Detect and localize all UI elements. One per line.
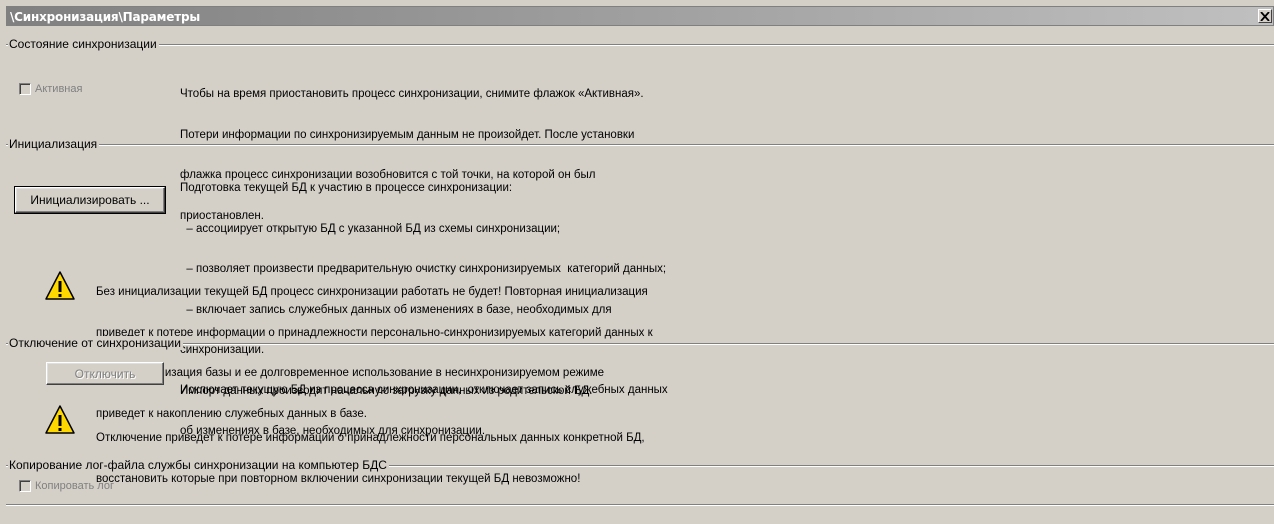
close-button[interactable]	[1258, 9, 1272, 23]
window-title: \Синхронизация\Параметры	[10, 10, 200, 24]
copy-log-checkbox-box[interactable]	[19, 480, 31, 492]
text-line: Без инициализации текущей БД процесс син…	[96, 286, 648, 298]
init-legend: Инициализация	[8, 137, 100, 151]
disconnect-button[interactable]: Отключить	[46, 362, 164, 385]
settings-panel: Состояние синхронизации Активная Чтобы н…	[6, 27, 1274, 524]
warning-icon	[45, 405, 75, 434]
disconnect-legend: Отключение от синхронизации	[8, 336, 183, 350]
text-line: Чтобы на время приостановить процесс син…	[180, 88, 644, 100]
active-checkbox[interactable]: Активная	[19, 83, 82, 95]
disconnect-frame-line	[6, 343, 1274, 345]
text-line: Подготовка текущей БД к участию в процес…	[180, 182, 513, 194]
bottom-frame-line	[6, 504, 1274, 506]
sync-state-legend: Состояние синхронизации	[8, 37, 159, 51]
initialize-button[interactable]: Инициализировать ...	[14, 186, 166, 214]
close-icon	[1260, 11, 1270, 21]
copy-log-checkbox-label: Копировать лог	[35, 480, 114, 492]
active-checkbox-box[interactable]	[19, 83, 31, 95]
text-line: Потери информации по синхронизируемым да…	[180, 128, 635, 141]
sync-state-frame-line	[6, 44, 1274, 46]
text-line: – ассоциирует открытую БД с указанной БД…	[180, 222, 561, 235]
init-frame-line	[6, 144, 1274, 146]
warning-icon	[45, 271, 75, 300]
text-line: Исключает текущую БД из процесса синхрон…	[180, 384, 668, 396]
text-line: Отключение приведет к потере информации …	[96, 432, 645, 444]
copy-log-legend: Копирование лог-файла службы синхронизац…	[8, 458, 389, 472]
copy-log-checkbox[interactable]: Копировать лог	[19, 480, 114, 492]
window-titlebar: \Синхронизация\Параметры	[6, 6, 1274, 26]
active-checkbox-label: Активная	[35, 83, 83, 95]
text-line: восстановить которые при повторном включ…	[96, 472, 581, 485]
